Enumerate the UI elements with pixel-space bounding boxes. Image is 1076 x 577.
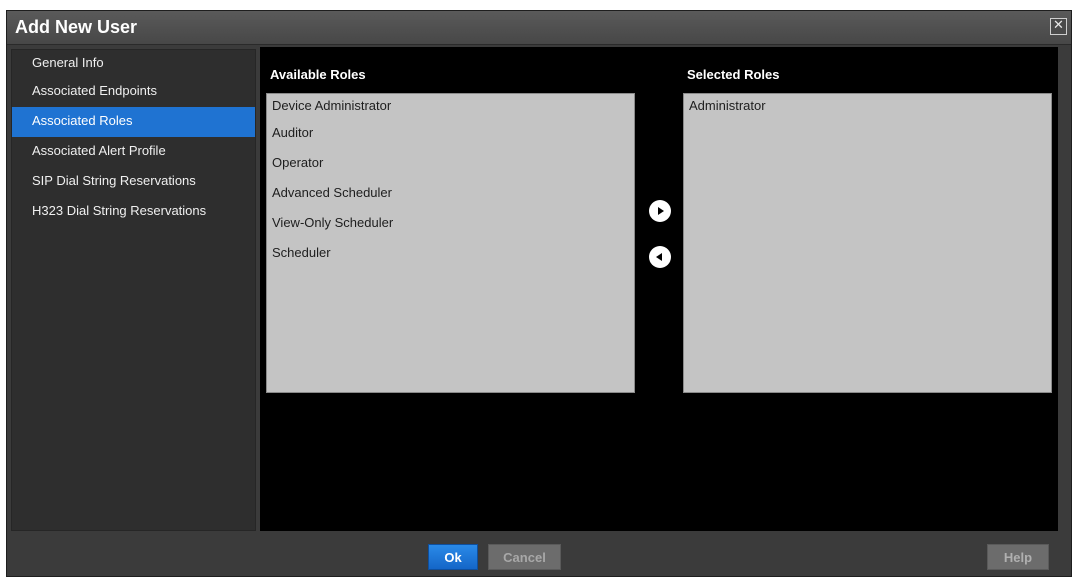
arrow-right-icon[interactable] <box>649 200 671 222</box>
sidebar-item-sip-dial-string-reservations[interactable]: SIP Dial String Reservations <box>12 167 255 197</box>
list-item[interactable]: View-Only Scheduler <box>267 209 634 239</box>
arrow-left-icon[interactable] <box>649 246 671 268</box>
cancel-button[interactable]: Cancel <box>488 544 561 570</box>
add-new-user-dialog: Add New User ✕ General Info Associated E… <box>6 10 1072 577</box>
help-button[interactable]: Help <box>987 544 1049 570</box>
roles-panel: Available Roles Selected Roles Device Ad… <box>260 47 1058 531</box>
sidebar-item-associated-alert-profile[interactable]: Associated Alert Profile <box>12 137 255 167</box>
sidebar-nav: General Info Associated Endpoints Associ… <box>11 49 256 531</box>
available-roles-list[interactable]: Device Administrator Auditor Operator Ad… <box>266 93 635 393</box>
selected-roles-header: Selected Roles <box>687 67 780 82</box>
close-icon[interactable]: ✕ <box>1050 18 1067 35</box>
sidebar-item-general-info[interactable]: General Info <box>12 50 255 77</box>
list-item[interactable]: Auditor <box>267 119 634 149</box>
ok-button[interactable]: Ok <box>428 544 478 570</box>
sidebar-item-associated-endpoints[interactable]: Associated Endpoints <box>12 77 255 107</box>
list-item[interactable]: Advanced Scheduler <box>267 179 634 209</box>
list-item[interactable]: Scheduler <box>267 239 634 269</box>
sidebar-item-h323-dial-string-reservations[interactable]: H323 Dial String Reservations <box>12 197 255 227</box>
sidebar-item-associated-roles[interactable]: Associated Roles <box>12 107 255 137</box>
selected-roles-list[interactable]: Administrator <box>683 93 1052 393</box>
list-item[interactable]: Device Administrator <box>267 94 634 119</box>
list-item[interactable]: Administrator <box>684 94 1051 119</box>
title-bar[interactable]: Add New User ✕ <box>7 11 1071 45</box>
dialog-title: Add New User <box>15 17 138 37</box>
available-roles-header: Available Roles <box>270 67 366 82</box>
list-item[interactable]: Operator <box>267 149 634 179</box>
